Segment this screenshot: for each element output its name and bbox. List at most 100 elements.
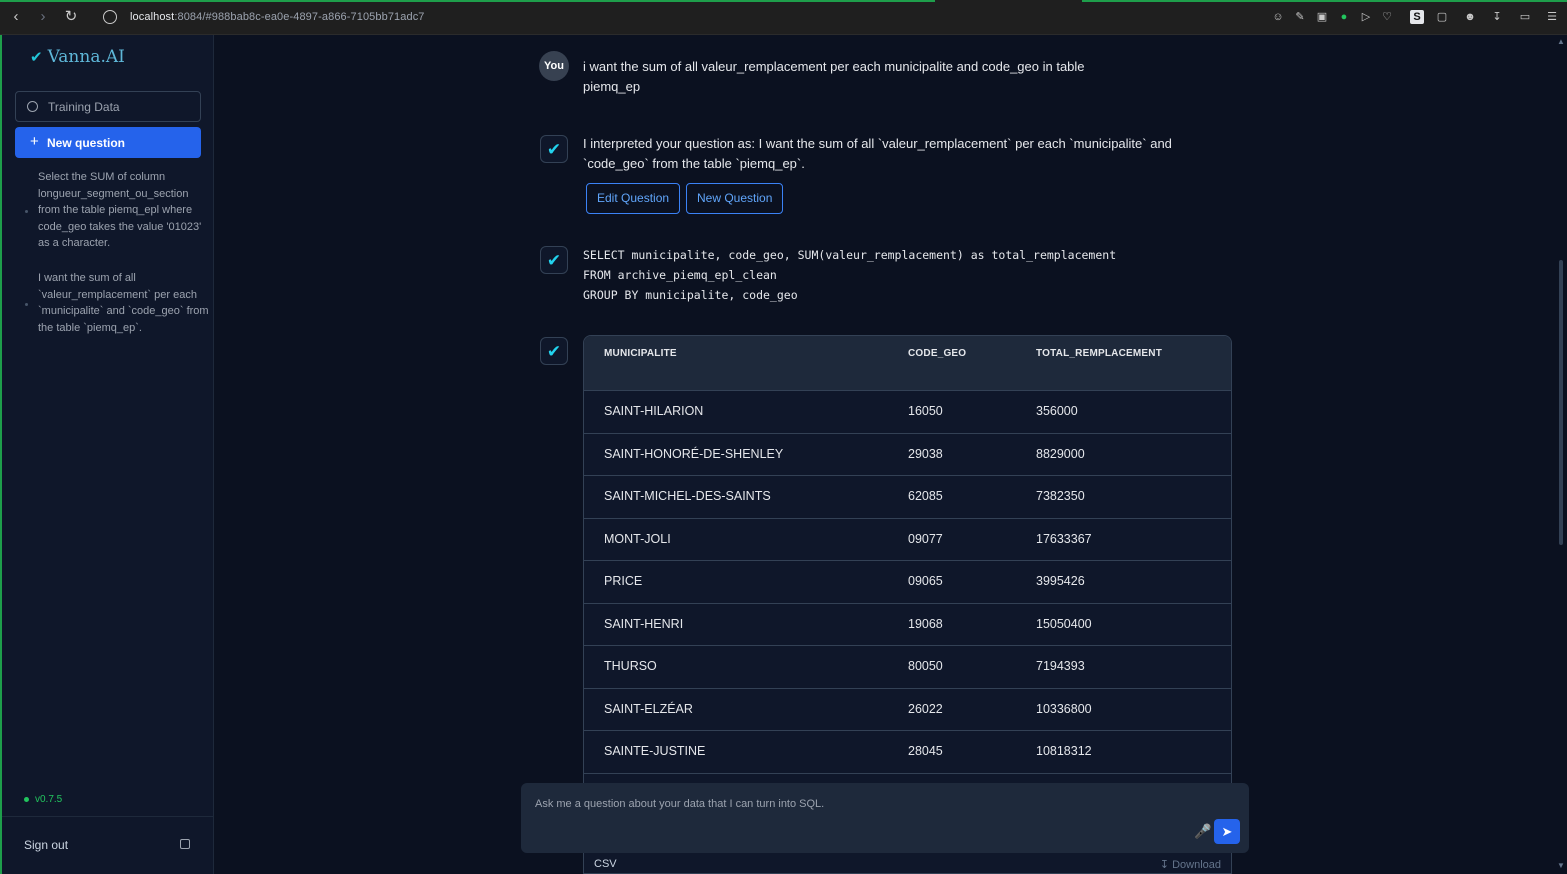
cell-total: 8829000: [1036, 446, 1085, 461]
battery-icon[interactable]: ▭: [1518, 10, 1532, 24]
shield-icon[interactable]: ●: [1337, 10, 1351, 24]
vanna-logo-icon: ✔: [546, 342, 562, 361]
cell-code-geo: 26022: [908, 701, 943, 716]
extension-s-icon[interactable]: S: [1410, 10, 1424, 24]
loading-bar: [0, 0, 935, 2]
cell-code-geo: 19068: [908, 616, 943, 631]
vanna-logo-icon: ✔: [546, 140, 562, 159]
csv-label: CSV: [594, 858, 617, 870]
cell-total: 15050400: [1036, 616, 1092, 631]
cell-code-geo: 16050: [908, 404, 943, 418]
table-row: SAINT-ELZÉAR 26022 10336800: [584, 689, 1231, 731]
cell-code-geo: 09065: [908, 574, 943, 588]
send-icon: ➤: [1221, 824, 1233, 839]
plus-icon: +: [30, 133, 39, 150]
table-row: SAINT-HONORÉ-DE-SHENLEY 29038 8829000: [584, 434, 1231, 476]
logout-icon[interactable]: [180, 839, 190, 849]
edit-question-button[interactable]: Edit Question: [586, 183, 681, 214]
heart-icon[interactable]: ♡: [1380, 10, 1394, 24]
cell-municipalite: SAINTE-JUSTINE: [604, 744, 706, 758]
bot-avatar: ✔: [540, 135, 568, 163]
bullet-icon: [25, 210, 28, 214]
check-icon: ✔: [30, 49, 43, 66]
cell-code-geo: 80050: [908, 659, 943, 673]
history-item[interactable]: Select the SUM of column longueur_segmen…: [24, 169, 209, 252]
question-history: Select the SUM of column longueur_segmen…: [24, 169, 209, 354]
table-row: SAINTE-JUSTINE 28045 10818312: [584, 731, 1231, 774]
chat-area: You i want the sum of all valeur_remplac…: [214, 35, 1553, 874]
download-button[interactable]: ↧ Download: [1160, 858, 1221, 871]
version-label: v0.7.5: [24, 794, 62, 805]
cell-total: 10336800: [1036, 701, 1092, 716]
cube-icon[interactable]: ▢: [1435, 10, 1449, 24]
back-icon[interactable]: ‹: [7, 8, 25, 26]
interpretation-message: I interpreted your question as: I want t…: [583, 136, 1172, 171]
cell-municipalite: SAINT-ELZÉAR: [604, 701, 693, 716]
cell-municipalite: SAINT-HILARION: [604, 404, 704, 418]
cell-municipalite: SAINT-MICHEL-DES-SAINTS: [604, 489, 771, 503]
cell-municipalite: THURSO: [604, 659, 657, 673]
cell-code-geo: 09077: [908, 531, 943, 546]
divider: [2, 816, 214, 817]
user-message: i want the sum of all valeur_remplacemen…: [583, 59, 1085, 94]
database-icon: [27, 101, 38, 112]
new-question-inline-button[interactable]: New Question: [686, 183, 784, 214]
edit-icon[interactable]: ✎: [1293, 10, 1307, 24]
column-header[interactable]: TOTAL_REMPLACEMENT: [1036, 348, 1162, 359]
cell-total: 7382350: [1036, 489, 1085, 503]
browser-toolbar: ‹ › ↻ localhost:8084/#988bab8c-ea0e-4897…: [0, 0, 1567, 35]
address-bar[interactable]: localhost:8084/#988bab8c-ea0e-4897-a866-…: [130, 11, 425, 23]
table-row: MONT-JOLI 09077 17633367: [584, 519, 1231, 561]
column-header[interactable]: MUNICIPALITE: [604, 348, 677, 359]
emoji-icon[interactable]: ☺: [1271, 10, 1285, 24]
scroll-up-icon[interactable]: ▲: [1557, 37, 1565, 46]
microphone-icon[interactable]: 🎤: [1194, 823, 1211, 841]
user-avatar: You: [539, 51, 569, 81]
table-row: THURSO 80050 7194393: [584, 646, 1231, 689]
table-row: SAINT-HENRI 19068 15050400: [584, 604, 1231, 646]
cell-municipalite: SAINT-HENRI: [604, 616, 684, 631]
loading-bar: [1082, 0, 1567, 2]
site-info-icon[interactable]: [103, 10, 117, 24]
play-icon[interactable]: ▷: [1359, 10, 1373, 24]
cell-municipalite: MONT-JOLI: [604, 531, 671, 546]
forward-icon[interactable]: ›: [34, 8, 52, 26]
status-dot-icon: [24, 796, 29, 802]
table-row: SAINT-MICHEL-DES-SAINTS 62085 7382350: [584, 476, 1231, 519]
cell-municipalite: SAINT-HONORÉ-DE-SHENLEY: [604, 446, 784, 461]
menu-icon[interactable]: ☰: [1545, 10, 1559, 24]
scrollbar-thumb[interactable]: [1559, 260, 1563, 545]
cell-total: 3995426: [1036, 574, 1085, 588]
sidebar: ✔ Vanna.AI Training Data + New question S…: [0, 35, 214, 874]
input-placeholder: Ask me a question about your data that I…: [535, 798, 825, 810]
profile-icon[interactable]: ☻: [1463, 10, 1477, 24]
table-header: MUNICIPALITE CODE_GEO TOTAL_REMPLACEMENT: [584, 336, 1231, 391]
training-data-button[interactable]: Training Data: [15, 91, 201, 122]
cell-total: 10818312: [1036, 744, 1092, 758]
vanna-logo-icon: ✔: [546, 251, 562, 270]
send-button[interactable]: ➤: [1214, 819, 1240, 844]
bullet-icon: [25, 303, 28, 307]
scroll-down-icon[interactable]: ▼: [1557, 861, 1565, 870]
camera-icon[interactable]: ▣: [1315, 10, 1329, 24]
sign-out-button[interactable]: Sign out: [24, 838, 68, 852]
download-icon: ↧: [1159, 859, 1173, 871]
history-item[interactable]: I want the sum of all `valeur_remplaceme…: [24, 270, 209, 336]
cell-municipalite: PRICE: [604, 574, 643, 588]
download-icon[interactable]: ↧: [1490, 10, 1504, 24]
bot-avatar: ✔: [540, 246, 568, 274]
table-footer: CSV ↧ Download: [584, 851, 1231, 873]
cell-total: 17633367: [1036, 531, 1092, 546]
sql-code-block: SELECT municipalite, code_geo, SUM(valeu…: [583, 248, 1117, 302]
column-header[interactable]: CODE_GEO: [908, 348, 966, 359]
cell-code-geo: 29038: [908, 446, 943, 461]
scrollbar[interactable]: ▲ ▼: [1553, 35, 1567, 874]
new-question-button[interactable]: + New question: [15, 127, 201, 158]
bot-avatar: ✔: [540, 337, 568, 365]
brand-logo[interactable]: ✔ Vanna.AI: [30, 47, 125, 67]
reload-icon[interactable]: ↻: [62, 8, 80, 26]
cell-total: 356000: [1036, 404, 1078, 418]
cell-code-geo: 62085: [908, 489, 943, 503]
question-input[interactable]: Ask me a question about your data that I…: [521, 783, 1249, 853]
table-row: SAINT-HILARION 16050 356000: [584, 391, 1231, 434]
